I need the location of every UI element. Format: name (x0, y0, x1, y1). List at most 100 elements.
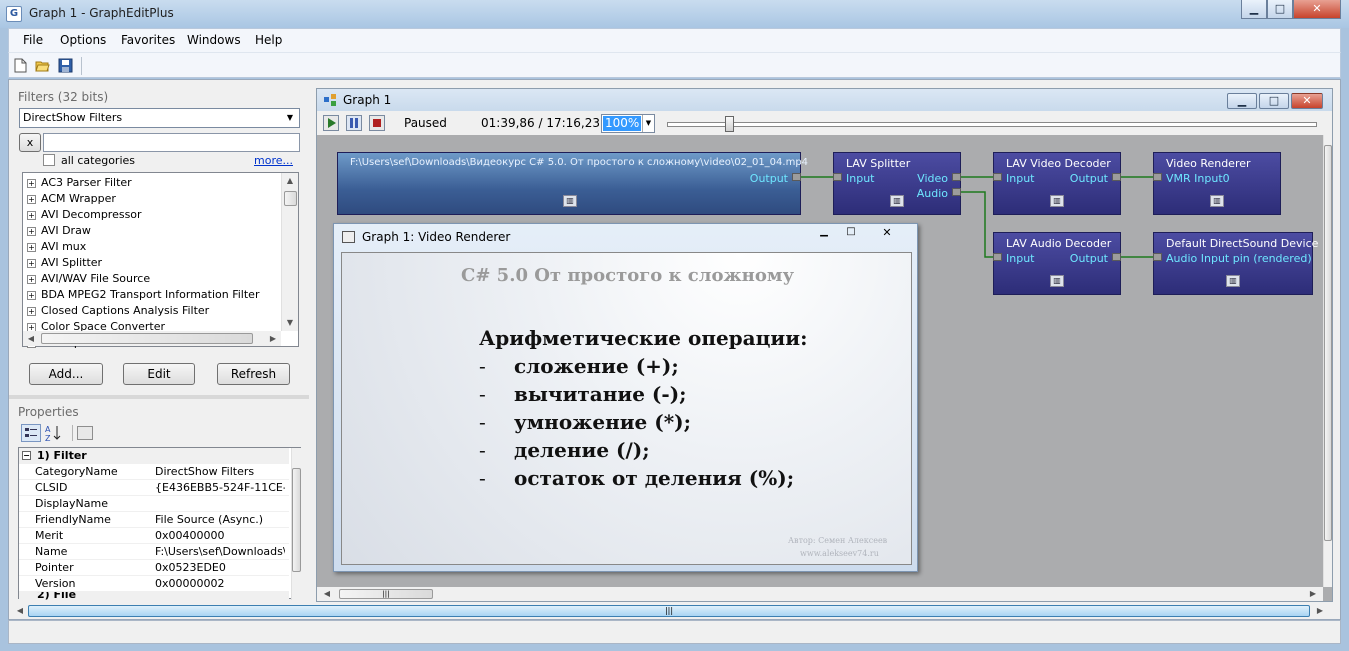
pin-output[interactable]: Output (1070, 252, 1108, 265)
menu-favorites[interactable]: Favorites (121, 33, 175, 47)
properties-icon[interactable]: ▥ (1050, 195, 1064, 207)
properties-icon[interactable]: ▥ (1210, 195, 1224, 207)
scroll-thumb[interactable] (1324, 145, 1332, 541)
menu-file[interactable]: File (23, 33, 43, 47)
property-row[interactable]: CategoryName DirectShow Filters (19, 464, 289, 480)
expand-icon[interactable]: + (27, 242, 36, 252)
properties-icon[interactable]: ▥ (890, 195, 904, 207)
scroll-right-icon[interactable]: ▶ (1305, 587, 1321, 601)
pin-connector[interactable] (1153, 253, 1162, 261)
clear-search-button[interactable]: x (19, 133, 41, 152)
all-categories-checkbox[interactable] (43, 154, 55, 166)
filter-lav-video-decoder[interactable]: LAV Video Decoder Input Output ▥ (993, 152, 1121, 215)
property-section-file[interactable]: 2) File (19, 592, 289, 600)
pin-vmr-input[interactable]: VMR Input0 (1166, 172, 1230, 185)
new-file-icon[interactable] (13, 58, 28, 73)
scroll-up-icon[interactable]: ▲ (282, 173, 298, 189)
scroll-left-icon[interactable]: ◀ (23, 331, 39, 346)
pin-connector[interactable] (952, 173, 961, 181)
property-row[interactable]: Merit 0x00400000 (19, 528, 289, 544)
seek-slider-thumb[interactable] (725, 116, 734, 132)
renderer-minimize-button[interactable]: ▁ (812, 226, 836, 241)
expand-icon[interactable]: + (27, 274, 36, 284)
more-link[interactable]: more... (254, 154, 293, 167)
pin-connector[interactable] (1112, 173, 1121, 181)
filter-list-item[interactable]: + AVI Decompressor (27, 207, 142, 223)
pin-connector[interactable] (833, 173, 842, 181)
expand-icon[interactable]: + (27, 210, 36, 220)
renderer-close-button[interactable]: ✕ (874, 226, 900, 241)
open-folder-icon[interactable] (35, 58, 50, 73)
filter-video-renderer[interactable]: Video Renderer VMR Input0 ▥ (1153, 152, 1281, 215)
menu-help[interactable]: Help (255, 33, 282, 47)
pin-input[interactable]: Input (1006, 252, 1034, 265)
pin-output[interactable]: Output (1070, 172, 1108, 185)
scroll-left-icon[interactable]: ◀ (12, 603, 28, 619)
pin-audio[interactable]: Audio (917, 187, 948, 200)
scroll-down-icon[interactable]: ▼ (282, 315, 298, 331)
collapse-icon[interactable]: − (22, 451, 31, 460)
property-pages-icon[interactable] (77, 426, 93, 440)
minimize-button[interactable]: ▁ (1241, 0, 1267, 19)
hscroll-thumb[interactable]: ||| (339, 589, 433, 599)
renderer-maximize-button[interactable]: □ (839, 226, 863, 241)
filter-list-vscroll[interactable]: ▲ ▼ (281, 173, 298, 331)
scroll-thumb[interactable] (284, 191, 297, 206)
zoom-select[interactable]: 100% ▼ (601, 114, 655, 133)
pin-input[interactable]: Input (1006, 172, 1034, 185)
graph-hscroll[interactable]: ◀ ||| ▶ (317, 587, 1323, 601)
expand-icon[interactable]: + (27, 194, 36, 204)
pin-output[interactable]: Output (750, 172, 788, 185)
filter-directsound-device[interactable]: Default DirectSound Device Audio Input p… (1153, 232, 1318, 295)
property-row[interactable]: Version 0x00000002 (19, 576, 289, 592)
pin-connector[interactable] (993, 253, 1002, 261)
scroll-left-icon[interactable]: ◀ (319, 587, 335, 601)
hscroll-thumb[interactable] (41, 333, 253, 344)
alphabetical-sort-icon[interactable]: AZ (44, 424, 64, 443)
properties-icon[interactable]: ▥ (1226, 275, 1240, 287)
pin-connector[interactable] (1153, 173, 1162, 181)
close-button[interactable]: ✕ (1293, 0, 1341, 19)
property-section-filter[interactable]: − 1) Filter (19, 448, 289, 464)
scroll-thumb[interactable] (292, 468, 301, 572)
expand-icon[interactable]: + (27, 258, 36, 268)
expand-icon[interactable]: + (27, 290, 36, 300)
property-row[interactable]: FriendlyName File Source (Async.) (19, 512, 289, 528)
main-hscroll[interactable]: ◀ ||| ▶ (9, 603, 1331, 619)
pin-connector[interactable] (1112, 253, 1121, 261)
seek-slider-track[interactable] (667, 122, 1317, 127)
pin-input[interactable]: Input (846, 172, 874, 185)
filter-list-item[interactable]: + AVI/WAV File Source (27, 271, 150, 287)
filter-list-item[interactable]: + AVI mux (27, 239, 86, 255)
pin-connector[interactable] (993, 173, 1002, 181)
filter-list-item[interactable]: + BDA MPEG2 Transport Information Filter (27, 287, 259, 303)
scroll-right-icon[interactable]: ▶ (265, 331, 281, 346)
graph-close-button[interactable]: ✕ (1291, 93, 1323, 109)
pin-audio-input[interactable]: Audio Input pin (rendered) (1166, 252, 1312, 265)
categorized-icon[interactable] (21, 424, 41, 442)
main-hscroll-thumb[interactable]: ||| (28, 605, 1310, 617)
filter-list-item[interactable]: + AVI Splitter (27, 255, 102, 271)
filter-list-item[interactable]: + AVI Draw (27, 223, 91, 239)
scroll-right-icon[interactable]: ▶ (1312, 603, 1328, 619)
filter-list-item[interactable]: + ACM Wrapper (27, 191, 116, 207)
play-icon[interactable] (323, 115, 339, 131)
pin-video[interactable]: Video (917, 172, 948, 185)
expand-icon[interactable]: + (27, 306, 36, 316)
properties-icon[interactable]: ▥ (563, 195, 577, 207)
property-row[interactable]: DisplayName (19, 496, 289, 512)
stop-icon[interactable] (369, 115, 385, 131)
filter-list-item[interactable]: + Closed Captions Analysis Filter (27, 303, 209, 319)
maximize-button[interactable]: □ (1267, 0, 1293, 19)
menu-options[interactable]: Options (60, 33, 106, 47)
category-select[interactable]: DirectShow Filters ▼ (19, 108, 300, 128)
add-filter-button[interactable]: Add... (29, 363, 103, 385)
filter-search-input[interactable] (43, 133, 300, 152)
pause-icon[interactable] (346, 115, 362, 131)
properties-icon[interactable]: ▥ (1050, 275, 1064, 287)
expand-icon[interactable]: + (27, 226, 36, 236)
save-icon[interactable] (58, 58, 73, 73)
property-vscroll[interactable] (291, 448, 301, 600)
pin-connector[interactable] (952, 188, 961, 196)
expand-icon[interactable]: + (27, 178, 36, 188)
